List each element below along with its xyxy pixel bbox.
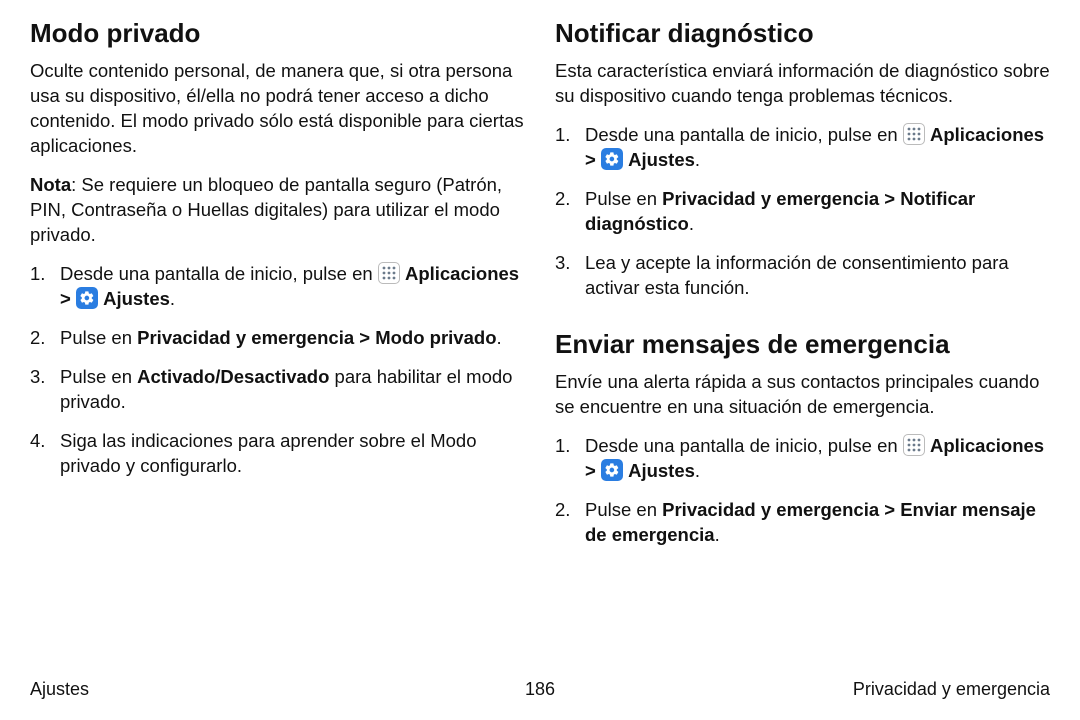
nav-caret: > bbox=[60, 288, 76, 309]
intro-notificar-diagnostico: Esta característica enviará información … bbox=[555, 59, 1050, 109]
footer-page-number: 186 bbox=[30, 679, 1050, 700]
period: . bbox=[170, 288, 175, 309]
nav-caret: > bbox=[879, 188, 900, 209]
list-item: Siga las indicaciones para aprender sobr… bbox=[30, 429, 525, 479]
settings-label: Ajustes bbox=[628, 460, 695, 481]
step-text: Lea y acepte la información de consentim… bbox=[585, 252, 1009, 298]
step-text: Pulse en bbox=[60, 327, 137, 348]
settings-gear-icon bbox=[76, 287, 98, 309]
step-bold: Privacidad y emergencia bbox=[662, 499, 879, 520]
settings-gear-icon bbox=[601, 459, 623, 481]
apps-grid-icon bbox=[378, 262, 400, 284]
intro-enviar-mensajes: Envíe una alerta rápida a sus contactos … bbox=[555, 370, 1050, 420]
apps-label: Aplicaciones bbox=[930, 435, 1044, 456]
settings-label: Ajustes bbox=[103, 288, 170, 309]
heading-enviar-mensajes: Enviar mensajes de emergencia bbox=[555, 329, 1050, 360]
list-item: Pulse en Privacidad y emergencia > Envia… bbox=[555, 498, 1050, 548]
step-text: Pulse en bbox=[585, 188, 662, 209]
step-text: Pulse en bbox=[60, 366, 137, 387]
nav-caret: > bbox=[585, 460, 601, 481]
step-text: Siga las indicaciones para aprender sobr… bbox=[60, 430, 477, 476]
apps-label: Aplicaciones bbox=[930, 124, 1044, 145]
note-body: : Se requiere un bloqueo de pantalla seg… bbox=[30, 174, 502, 245]
nav-caret: > bbox=[354, 327, 375, 348]
note-modo-privado: Nota: Se requiere un bloqueo de pantalla… bbox=[30, 173, 525, 248]
step-bold: Activado/Desactivado bbox=[137, 366, 329, 387]
settings-label: Ajustes bbox=[628, 149, 695, 170]
nav-caret: > bbox=[585, 149, 601, 170]
period: . bbox=[497, 327, 502, 348]
list-item: Desde una pantalla de inicio, pulse en A… bbox=[30, 262, 525, 312]
note-label: Nota bbox=[30, 174, 71, 195]
step-bold: Privacidad y emergencia bbox=[137, 327, 354, 348]
apps-label: Aplicaciones bbox=[405, 263, 519, 284]
apps-grid-icon bbox=[903, 123, 925, 145]
step-bold: Modo privado bbox=[375, 327, 496, 348]
intro-modo-privado: Oculte contenido personal, de manera que… bbox=[30, 59, 525, 159]
period: . bbox=[695, 460, 700, 481]
settings-gear-icon bbox=[601, 148, 623, 170]
list-item: Pulse en Privacidad y emergencia > Modo … bbox=[30, 326, 525, 351]
apps-grid-icon bbox=[903, 434, 925, 456]
heading-notificar-diagnostico: Notificar diagnóstico bbox=[555, 18, 1050, 49]
steps-modo-privado: Desde una pantalla de inicio, pulse en A… bbox=[30, 262, 525, 479]
list-item: Pulse en Privacidad y emergencia > Notif… bbox=[555, 187, 1050, 237]
right-column: Notificar diagnóstico Esta característic… bbox=[555, 18, 1050, 562]
list-item: Pulse en Activado/Desactivado para habil… bbox=[30, 365, 525, 415]
list-item: Desde una pantalla de inicio, pulse en A… bbox=[555, 434, 1050, 484]
period: . bbox=[689, 213, 694, 234]
step-text: Pulse en bbox=[585, 499, 662, 520]
page-footer: Ajustes 186 Privacidad y emergencia bbox=[30, 679, 1050, 700]
step-text: Desde una pantalla de inicio, pulse en bbox=[585, 435, 903, 456]
page-content: Modo privado Oculte contenido personal, … bbox=[0, 0, 1080, 562]
steps-enviar-mensajes: Desde una pantalla de inicio, pulse en A… bbox=[555, 434, 1050, 548]
left-column: Modo privado Oculte contenido personal, … bbox=[30, 18, 525, 562]
period: . bbox=[715, 524, 720, 545]
heading-modo-privado: Modo privado bbox=[30, 18, 525, 49]
step-text: Desde una pantalla de inicio, pulse en bbox=[60, 263, 378, 284]
step-bold: Privacidad y emergencia bbox=[662, 188, 879, 209]
step-text: Desde una pantalla de inicio, pulse en bbox=[585, 124, 903, 145]
nav-caret: > bbox=[879, 499, 900, 520]
period: . bbox=[695, 149, 700, 170]
list-item: Lea y acepte la información de consentim… bbox=[555, 251, 1050, 301]
list-item: Desde una pantalla de inicio, pulse en A… bbox=[555, 123, 1050, 173]
steps-notificar-diagnostico: Desde una pantalla de inicio, pulse en A… bbox=[555, 123, 1050, 301]
